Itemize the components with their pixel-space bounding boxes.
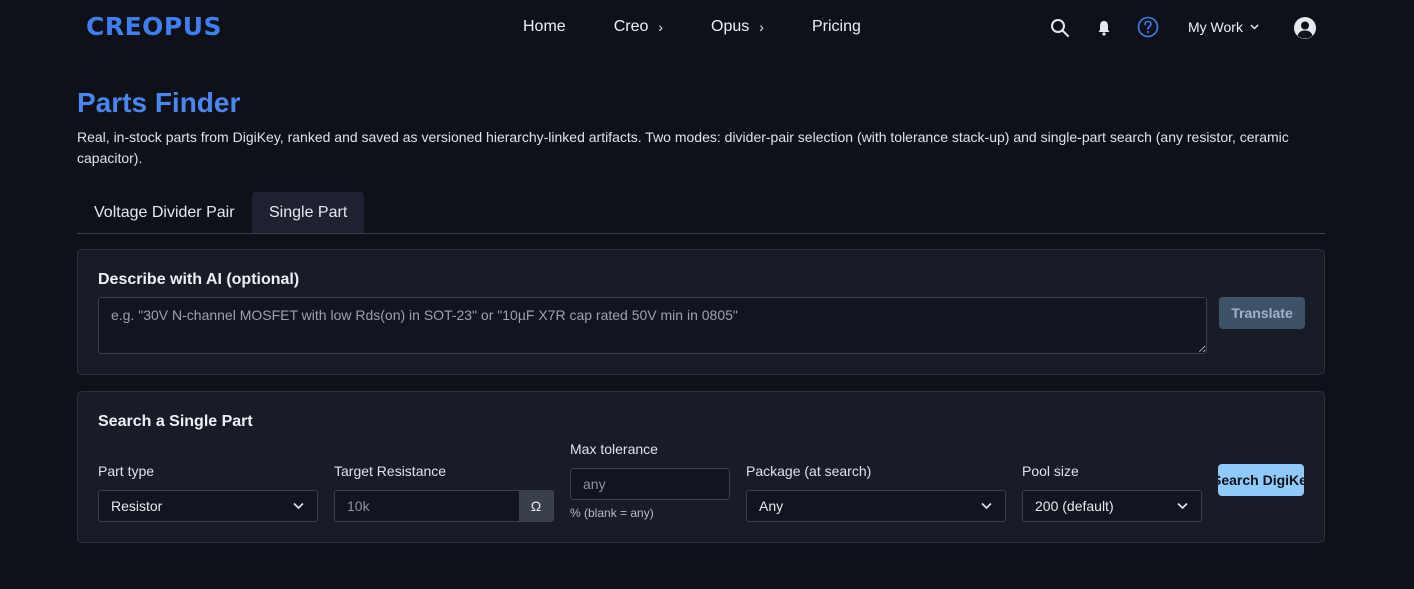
ai-describe-card: Describe with AI (optional) Translate <box>77 249 1325 375</box>
chevron-down-icon <box>1250 24 1259 30</box>
page-description: Real, in-stock parts from DigiKey, ranke… <box>77 129 1289 166</box>
chevron-down-icon <box>1177 502 1188 510</box>
pool-size-value: 200 (default) <box>1035 498 1114 514</box>
target-resistance-input[interactable] <box>334 490 520 522</box>
max-tolerance-input[interactable] <box>570 468 730 500</box>
part-type-select[interactable]: Resistor <box>98 490 318 522</box>
part-type-label: Part type <box>98 463 155 479</box>
chevron-down-icon <box>293 502 304 510</box>
my-work-menu[interactable]: My Work <box>1188 19 1259 35</box>
nav-actions: My Work <box>0 15 1414 41</box>
tab-single-part[interactable]: Single Part <box>252 192 365 233</box>
package-value: Any <box>759 498 784 514</box>
ai-card-title: Describe with AI (optional) <box>98 271 300 288</box>
pool-size-select[interactable]: 200 (default) <box>1022 490 1202 522</box>
tab-voltage-divider-pair[interactable]: Voltage Divider Pair <box>77 192 252 233</box>
chevron-down-icon <box>981 502 992 510</box>
package-label: Package (at search) <box>746 463 872 479</box>
part-type-value: Resistor <box>111 498 163 514</box>
target-resistance-label: Target Resistance <box>334 463 447 479</box>
help-icon[interactable] <box>1137 16 1159 38</box>
my-work-label: My Work <box>1188 19 1243 35</box>
ai-description-input[interactable] <box>98 297 1207 354</box>
user-avatar-icon[interactable] <box>1293 16 1317 40</box>
search-card-title: Search a Single Part <box>98 413 253 430</box>
pool-size-label: Pool size <box>1022 463 1079 479</box>
search-digikey-button[interactable]: Search DigiKey <box>1218 464 1304 496</box>
search-digikey-label: Search DigiKey <box>1218 472 1304 488</box>
bell-icon[interactable] <box>1097 20 1111 36</box>
translate-button[interactable]: Translate <box>1219 297 1305 329</box>
search-icon[interactable] <box>1050 18 1070 38</box>
package-select[interactable]: Any <box>746 490 1006 522</box>
single-part-search-card: Search a Single Part Part type Resistor … <box>77 391 1325 543</box>
mode-tabs: Voltage Divider Pair Single Part <box>77 192 1325 234</box>
page-title: Parts Finder <box>77 87 241 118</box>
max-tolerance-label: Max tolerance <box>570 441 658 457</box>
top-navbar: CREOPUS Home Creo › Opus › Pricing My Wo… <box>0 0 1414 56</box>
tolerance-hint: % (blank = any) <box>570 506 654 520</box>
ohm-unit-addon: Ω <box>519 490 554 522</box>
